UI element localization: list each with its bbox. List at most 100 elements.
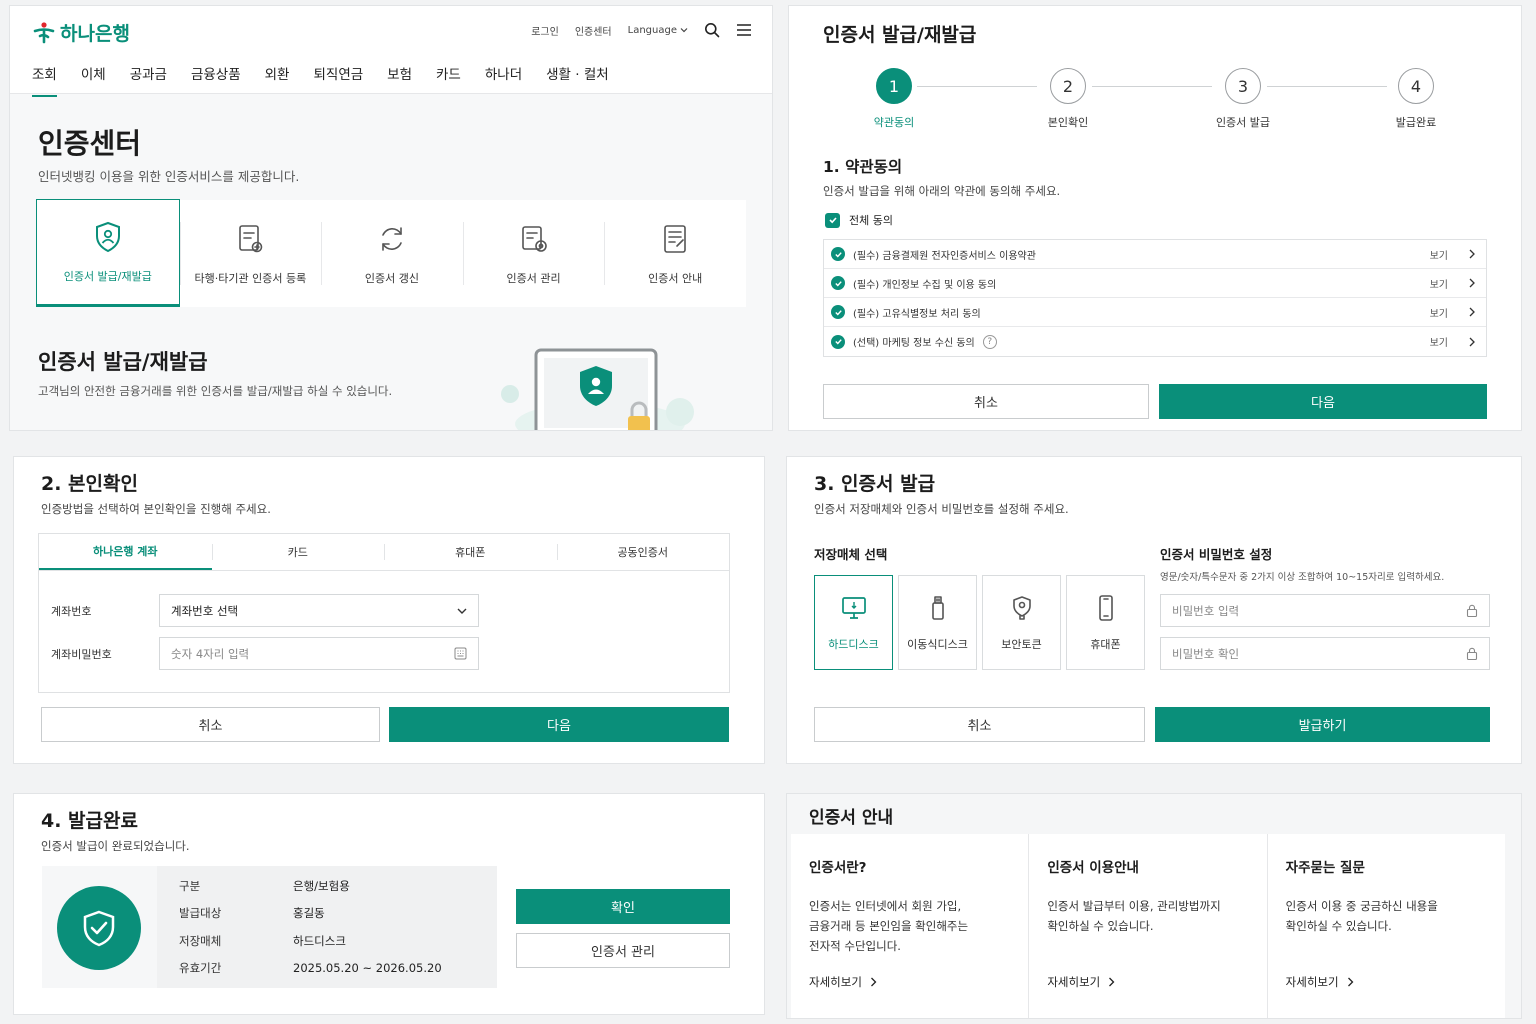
- more-label: 자세히보기: [1047, 975, 1101, 989]
- media-label: 이동식디스크: [907, 637, 968, 651]
- step-label: 인증서 발급: [1215, 116, 1271, 129]
- keypad-icon[interactable]: [454, 647, 467, 660]
- cert-menu: 인증서 발급/재발급 타행·타기관 인증서 등록 인증서 갱신 인증서 관리 인…: [36, 199, 746, 307]
- term-label: (필수) 금융결제원 전자인증서비스 이용약관: [853, 250, 1036, 262]
- checkbox-checked-icon[interactable]: [831, 276, 845, 290]
- term-label: (필수) 고유식별정보 처리 동의: [853, 308, 981, 320]
- info-key: 유효기간: [179, 961, 222, 976]
- account-select[interactable]: 계좌번호 선택: [159, 594, 479, 627]
- confirm-button[interactable]: 확인: [516, 889, 730, 924]
- language-select[interactable]: Language: [628, 25, 688, 36]
- info-value: 은행/보험용: [293, 878, 350, 893]
- media-security-token[interactable]: 보안토큰: [982, 575, 1061, 670]
- nav-hana-more[interactable]: 하나더: [485, 63, 522, 97]
- chevron-right-icon[interactable]: [1468, 249, 1476, 259]
- next-button[interactable]: 다음: [1159, 384, 1487, 419]
- chevron-right-icon[interactable]: [1468, 278, 1476, 288]
- nav-products[interactable]: 금융상품: [191, 63, 241, 97]
- tab-joint-cert[interactable]: 공동인증서: [556, 534, 730, 570]
- media-title: 저장매체 선택: [814, 547, 888, 562]
- cancel-button[interactable]: 취소: [814, 707, 1145, 742]
- cancel-button[interactable]: 취소: [823, 384, 1149, 419]
- term-row[interactable]: (필수) 개인정보 수집 및 이용 동의 보기: [824, 269, 1486, 298]
- nav-inquiry[interactable]: 조회: [32, 63, 57, 97]
- shield-user-icon: [95, 221, 120, 253]
- agree-all-label: 전체 동의: [849, 214, 893, 227]
- term-row[interactable]: (선택) 마케팅 정보 수신 동의? 보기: [824, 327, 1486, 356]
- cert-pw-confirm-input[interactable]: 비밀번호 확인: [1160, 637, 1490, 670]
- menu-icon[interactable]: [736, 22, 752, 38]
- panel-title: 인증서 안내: [809, 808, 894, 828]
- term-row[interactable]: (필수) 고유식별정보 처리 동의 보기: [824, 298, 1486, 327]
- checkbox-checked-icon[interactable]: [831, 247, 845, 261]
- term-row[interactable]: (필수) 금융결제원 전자인증서비스 이용약관 보기: [824, 240, 1486, 269]
- media-removable-disk[interactable]: 이동식디스크: [898, 575, 977, 670]
- cert-info-table: 구분 은행/보험용 발급대상 홍길동 저장매체 하드디스크 유효기간 2025.05.2…: [157, 866, 497, 988]
- menu-label: 인증서 관리: [506, 271, 561, 285]
- section-desc: 인증서 발급을 위해 아래의 약관에 동의해 주세요.: [823, 184, 1061, 198]
- panel-title: 2. 본인확인: [41, 473, 138, 495]
- logo-text: 하나은행: [60, 23, 130, 45]
- terms-list: (필수) 금융결제원 전자인증서비스 이용약관 보기 (필수) 개인정보 수집 …: [823, 239, 1487, 357]
- chevron-right-icon[interactable]: [1468, 337, 1476, 347]
- chevron-right-icon[interactable]: [1468, 307, 1476, 317]
- account-select-value: 계좌번호 선택: [171, 603, 239, 618]
- menu-cert-guide[interactable]: 인증서 안내: [604, 200, 746, 307]
- search-icon[interactable]: [704, 22, 720, 38]
- login-link[interactable]: 로그인: [531, 23, 559, 38]
- panel-title: 4. 발급완료: [41, 810, 138, 832]
- nav-pension[interactable]: 퇴직연금: [313, 63, 363, 97]
- info-row: 저장매체 하드디스크: [179, 927, 497, 955]
- menu-label: 인증서 발급/재발급: [63, 270, 152, 283]
- nav-insurance[interactable]: 보험: [387, 63, 412, 97]
- view-link[interactable]: 보기: [1430, 334, 1448, 349]
- help-icon[interactable]: ?: [982, 334, 997, 349]
- tab-phone[interactable]: 휴대폰: [384, 534, 557, 570]
- info-key: 저장매체: [179, 933, 222, 948]
- cancel-button[interactable]: 취소: [41, 707, 380, 742]
- issue-button[interactable]: 발급하기: [1155, 707, 1490, 742]
- account-pw-input[interactable]: 숫자 4자리 입력: [159, 637, 479, 670]
- cert-manage-button[interactable]: 인증서 관리: [516, 933, 730, 968]
- more-label: 자세히보기: [809, 975, 862, 989]
- nav-life-culture[interactable]: 생활 · 컬처: [546, 63, 609, 97]
- chevron-down-icon: [680, 28, 688, 33]
- tab-hana-account[interactable]: 하나은행 계좌: [39, 534, 212, 570]
- guide-columns: 인증서란? 인증서는 인터넷에서 회원 가입, 금융거래 등 본인임을 확인해주…: [791, 834, 1505, 1018]
- info-value: 하드디스크: [293, 933, 346, 948]
- cert-issue-panel: 3. 인증서 발급 인증서 저장매체와 인증서 비밀번호를 설정해 주세요. 저…: [786, 456, 1522, 764]
- checkbox-checked-icon[interactable]: [831, 305, 845, 319]
- menu-cert-issue[interactable]: 인증서 발급/재발급: [36, 199, 180, 307]
- menu-label: 타행·타기관 인증서 등록: [194, 271, 307, 285]
- token-icon: [1012, 595, 1031, 620]
- more-link[interactable]: 자세히보기: [1047, 974, 1115, 990]
- logo[interactable]: 하나은행: [32, 19, 130, 46]
- media-phone[interactable]: 휴대폰: [1066, 575, 1145, 670]
- view-link[interactable]: 보기: [1430, 276, 1448, 291]
- cert-center-link[interactable]: 인증센터: [575, 23, 612, 38]
- menu-label: 인증서 안내: [648, 271, 703, 285]
- identity-verify-panel: 2. 본인확인 인증방법을 선택하여 본인확인을 진행해 주세요. 하나은행 계…: [13, 456, 765, 764]
- certificate-manage-icon: [521, 225, 547, 252]
- guide-faq: 자주묻는 질문 인증서 이용 중 궁금하신 내용을 확인하실 수 있습니다. 자…: [1266, 834, 1505, 1018]
- menu-other-cert-register[interactable]: 타행·타기관 인증서 등록: [179, 200, 322, 307]
- chevron-down-icon: [457, 608, 467, 614]
- media-hard-disk[interactable]: 하드디스크: [814, 575, 893, 670]
- next-button[interactable]: 다음: [389, 707, 729, 742]
- chevron-right-icon: [1347, 977, 1353, 987]
- checkbox-checked-icon[interactable]: [831, 334, 845, 349]
- agree-all-checkbox[interactable]: 전체 동의: [825, 212, 893, 228]
- nav-utility-bills[interactable]: 공과금: [130, 63, 167, 97]
- panel-title: 인증서 발급/재발급: [823, 24, 977, 46]
- more-link[interactable]: 자세히보기: [809, 974, 877, 990]
- nav-card[interactable]: 카드: [436, 63, 461, 97]
- more-link[interactable]: 자세히보기: [1286, 974, 1354, 990]
- menu-cert-renew[interactable]: 인증서 갱신: [321, 200, 463, 307]
- menu-cert-manage[interactable]: 인증서 관리: [462, 200, 605, 307]
- tab-card[interactable]: 카드: [211, 534, 385, 570]
- nav-transfer[interactable]: 이체: [81, 63, 106, 97]
- view-link[interactable]: 보기: [1430, 305, 1448, 320]
- cert-pw-input[interactable]: 비밀번호 입력: [1160, 594, 1490, 627]
- nav-foreign-exchange[interactable]: 외환: [265, 63, 290, 97]
- view-link[interactable]: 보기: [1430, 247, 1448, 262]
